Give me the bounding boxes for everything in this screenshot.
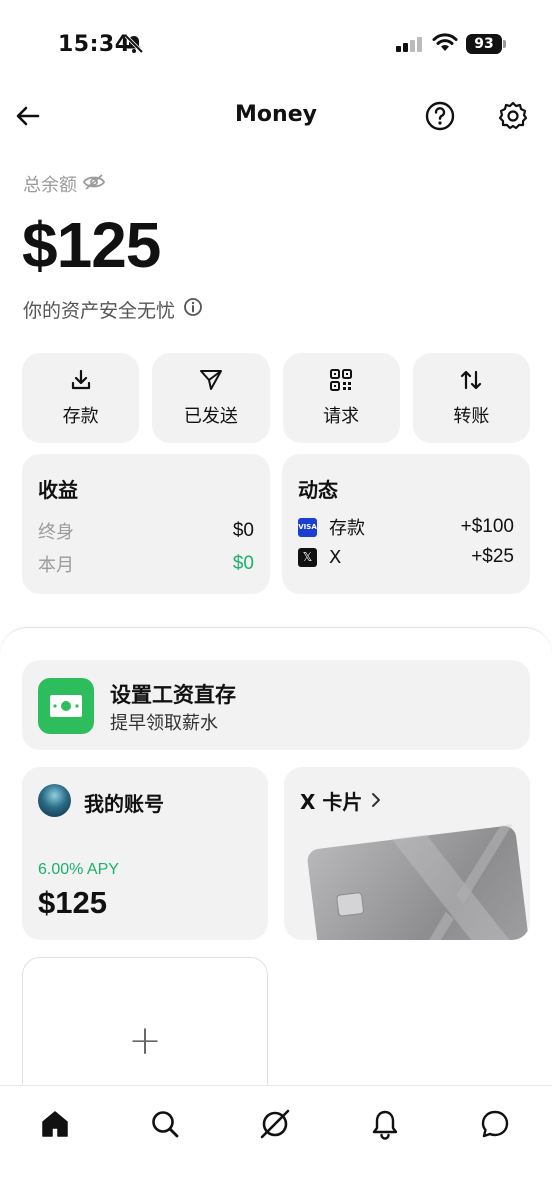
transfer-arrows-icon [459,368,483,396]
balance-label: 总余额 [23,175,77,196]
promo-subtitle: 提早领取薪水 [110,713,218,734]
signal-icon [396,36,424,56]
balance-label-row: 总余额 [23,171,106,197]
status-bar: 15:34 93 [0,0,552,90]
activity-x-value: +$25 [471,546,514,567]
request-button[interactable]: 请求 [282,353,400,443]
earnings-month-value: $0 [232,553,254,574]
download-icon [69,368,93,396]
balance-amount: $125 [22,209,161,281]
activity-deposit-label: 存款 [329,518,365,539]
earnings-card[interactable]: 收益 终身 $0 本月 $0 [22,454,270,594]
search-icon[interactable] [145,1104,185,1144]
home-icon[interactable] [35,1104,75,1144]
account-title: 我的账号 [84,792,164,816]
x-card-title: X 卡片 [300,790,363,814]
x-logo-icon [391,823,528,940]
deposit-button[interactable]: 存款 [22,353,140,443]
send-icon [199,368,223,396]
transfer-label: 转账 [453,406,490,427]
grok-icon[interactable] [255,1104,295,1144]
messages-icon[interactable] [475,1104,515,1144]
activity-card[interactable]: 动态 VISA 存款 +$100 𝕏 X +$25 [282,454,530,594]
earnings-row-lifetime: 终身 $0 [38,518,254,544]
chevron-right-icon [370,789,382,813]
deposit-label: 存款 [62,406,99,427]
activity-row-deposit[interactable]: VISA 存款 +$100 [298,514,514,540]
card-chip [335,891,365,917]
qr-code-icon [329,368,353,396]
battery-icon: 93 [466,34,502,54]
battery-cap [503,40,506,48]
card-image [306,823,530,940]
page-header: Money [0,90,552,142]
wifi-icon [432,33,458,57]
avatar [38,784,71,817]
x-logo-icon: 𝕏 [298,547,317,567]
info-icon[interactable] [183,297,203,322]
sent-label: 已发送 [183,406,238,427]
my-account-card[interactable]: 我的账号 6.00% APY $125 [22,767,268,940]
earnings-lifetime-label: 终身 [38,522,74,543]
activity-row-x[interactable]: 𝕏 X +$25 [298,546,514,568]
account-apy: 6.00% APY [38,861,119,878]
visa-icon: VISA [298,517,317,537]
activity-title: 动态 [298,478,338,502]
activity-x-label: X [329,546,342,568]
status-time: 15:34 [58,32,131,57]
x-card-title-row: X 卡片 [300,786,382,815]
plus-icon: + [128,1018,162,1064]
earnings-row-month: 本月 $0 [38,551,254,577]
sent-button[interactable]: 已发送 [152,353,270,443]
notifications-icon[interactable] [365,1104,405,1144]
safety-note-row[interactable]: 你的资产安全无忧 [23,296,203,323]
tab-bar [0,1085,552,1200]
cash-icon [38,678,94,734]
earnings-title: 收益 [38,478,78,502]
page-title: Money [235,102,317,127]
question-circle-icon[interactable] [424,100,456,136]
request-label: 请求 [323,406,360,427]
account-balance: $125 [38,885,107,920]
earnings-month-label: 本月 [38,555,74,576]
transfer-button[interactable]: 转账 [412,353,530,443]
eye-off-icon[interactable] [82,173,106,196]
activity-deposit-value: +$100 [460,516,514,537]
quick-actions: 存款 已发送 请求 转账 [22,353,530,443]
direct-deposit-promo[interactable]: 设置工资直存 提早领取薪水 [22,660,530,750]
earnings-lifetime-value: $0 [232,520,254,541]
bell-muted-icon [124,34,144,58]
x-card-tile[interactable]: X 卡片 [284,767,530,940]
promo-title: 设置工资直存 [110,683,236,707]
safety-note: 你的资产安全无忧 [23,300,176,322]
gear-icon[interactable] [497,100,529,136]
